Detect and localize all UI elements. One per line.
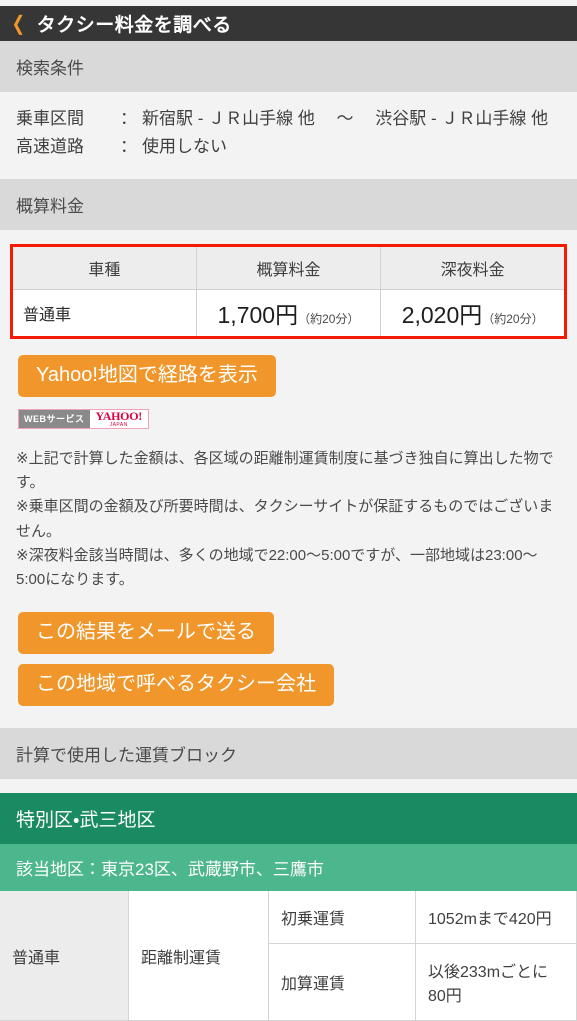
condition-label-highway: 高速道路 [16,137,84,157]
map-button-area: Yahoo!地図で経路を表示 [0,338,577,397]
condition-label-route: 乗車区間 [16,109,84,128]
yahoo-web-service-badge[interactable]: WEBサービス YAHOO! JAPAN [18,408,149,429]
action-button-stack: この結果をメールで送る この地域で呼べるタクシー会社 [0,592,577,729]
fare-col-estimated: 概算料金 [196,245,382,290]
fare-col-vehicle: 車種 [11,245,197,290]
section-header-estimated-fare: 概算料金 [0,178,577,230]
block-cell-vehicle: 普通車 [0,891,129,1021]
yahoo-badge-service-label: WEBサービス [19,409,90,428]
section-header-fare-block: 計算で使用した運賃ブロック [0,728,577,780]
block-cell-item-name-additional: 加算運賃 [268,943,416,1021]
fare-block-area-name: 特別区・武三地区 [0,793,577,845]
fare-cell-latenight: 2,020円（約20分） [380,289,566,338]
disclaimer-note-2: ※乗車区間の金額及び所要時間は、タクシーサイトが保証するものではございません。 [16,498,554,540]
fare-block-table: 普通車 距離制運賃 初乗運賃 1052mまで420円 加算運賃 以後233mごと… [0,891,577,1021]
table-row: 普通車 1,700円（約20分） 2,020円（約20分） [11,289,566,338]
section-gap [0,779,577,794]
disclaimer-note-1: ※上記で計算した金額は、各区域の距離制運賃制度に基づき独自に算出した物です。 [16,449,554,491]
block-cell-item-value-base: 1052mまで420円 [415,891,577,945]
condition-colon-highway: ： [120,137,137,157]
fare-cell-vehicle: 普通車 [11,289,197,338]
app-header: ❮ タクシー料金を調べる [0,6,577,41]
disclaimer-note-3: ※深夜料金該当時間は、多くの地域で22:00〜5:00ですが、一部地域は23:0… [16,546,538,589]
fare-block-applicable-areas: 該当地区：東京23区、武蔵野市、三鷹市 [0,844,577,892]
estimated-fare-amount: 1,700円 [217,301,299,328]
yahoo-brand-text: YAHOO! [95,408,143,423]
condition-row-route: 乗車区間 ： 新宿駅 - ＪＲ山手線 他 〜 渋谷駅 - ＪＲ山手線 他 [16,106,561,132]
fare-cell-estimated: 1,700円（約20分） [196,289,382,338]
condition-value-highway: 使用しない [142,137,227,157]
fare-table-wrapper: 車種 概算料金 深夜料金 普通車 1,700円（約20分） 2,020円（約20… [0,229,577,339]
fare-table: 車種 概算料金 深夜料金 普通車 1,700円（約20分） 2,020円（約20… [10,243,567,339]
condition-row-highway: 高速道路 ： 使用しない [16,134,561,160]
yahoo-logo-icon: YAHOO! JAPAN [89,408,148,428]
chevron-left-icon[interactable]: ❮ [12,14,25,34]
fare-col-latenight: 深夜料金 [380,245,566,290]
send-result-by-mail-button[interactable]: この結果をメールで送る [18,612,274,655]
show-route-on-map-button[interactable]: Yahoo!地図で経路を表示 [18,354,276,397]
block-cell-fare-type: 距離制運賃 [128,891,269,1021]
fare-table-header-row: 車種 概算料金 深夜料金 [11,245,566,290]
condition-colon-route: ： [120,109,137,128]
page-title: タクシー料金を調べる [36,15,232,36]
disclaimer-notes: ※上記で計算した金額は、各区域の距離制運賃制度に基づき独自に算出した物です。 ※… [0,428,577,593]
table-row: 普通車 距離制運賃 初乗運賃 1052mまで420円 [0,891,577,1021]
local-taxi-companies-button[interactable]: この地域で呼べるタクシー会社 [18,664,334,707]
block-cell-item-value-additional: 以後233mごとに80円 [415,943,577,1021]
yahoo-brand-sub-text: JAPAN [109,421,128,428]
latenight-fare-duration: （約20分） [482,311,544,326]
section-header-search-conditions: 検索条件 [0,41,577,92]
block-cell-item-name-base: 初乗運賃 [268,891,416,945]
estimated-fare-duration: （約20分） [298,311,360,326]
latenight-fare-amount: 2,020円 [401,301,483,328]
condition-value-route: 新宿駅 - ＪＲ山手線 他 〜 渋谷駅 - ＪＲ山手線 他 [142,109,549,128]
search-conditions-panel: 乗車区間 ： 新宿駅 - ＪＲ山手線 他 〜 渋谷駅 - ＪＲ山手線 他 高速道… [0,92,577,179]
